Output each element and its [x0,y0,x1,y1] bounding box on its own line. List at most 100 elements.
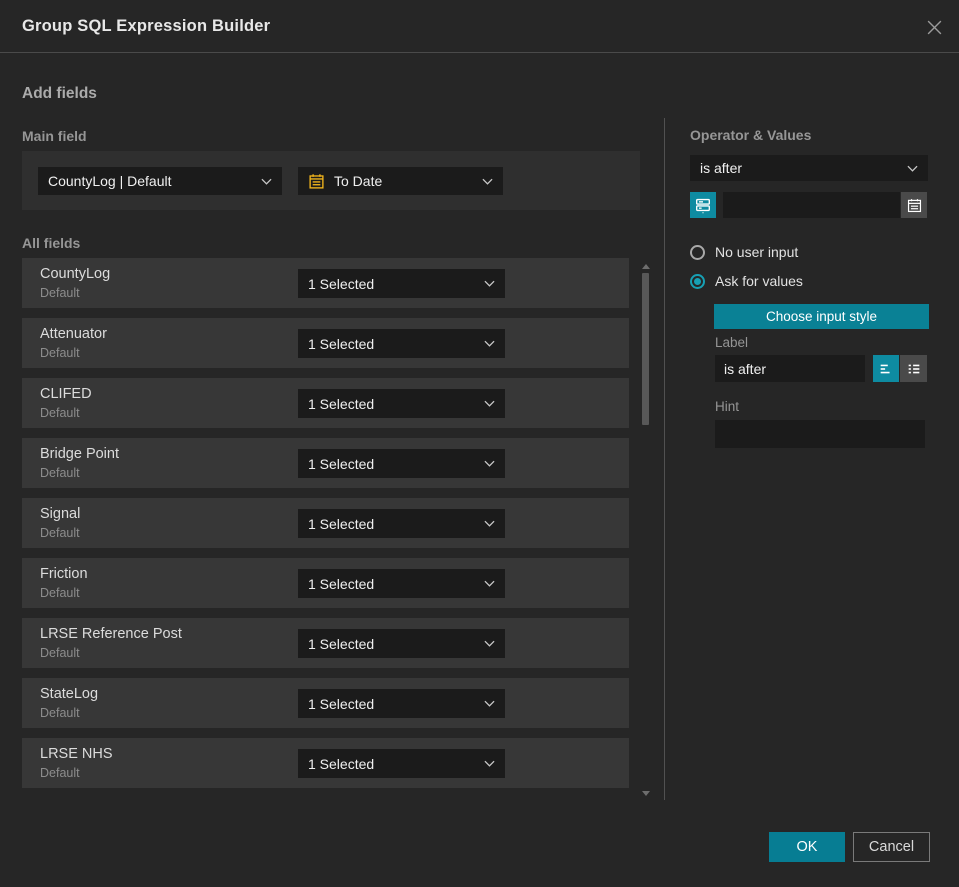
selection-value: 1 Selected [308,515,375,532]
field-row: Attenuator Default 1 Selected [22,318,629,368]
field-row: LRSE Reference Post Default 1 Selected [22,618,629,668]
field-row: StateLog Default 1 Selected [22,678,629,728]
chevron-down-icon [484,760,495,767]
calendar-date-icon [308,173,325,190]
chevron-down-icon [484,520,495,527]
main-field-label: Main field [22,128,87,144]
field-subtitle: Default [40,706,80,720]
operator-values-heading: Operator & Values [690,127,812,143]
chevron-down-icon [484,400,495,407]
close-icon [926,19,943,36]
list-scrollbar[interactable] [640,258,652,800]
field-name: CLIFED [40,386,92,402]
chevron-down-icon [484,580,495,587]
bulleted-list-icon [906,361,922,377]
align-left-lines-icon [878,361,894,377]
field-selection-dropdown[interactable]: 1 Selected [298,629,505,658]
date-picker-button[interactable] [901,192,927,218]
field-subtitle: Default [40,586,80,600]
close-button[interactable] [922,15,946,39]
selection-value: 1 Selected [308,575,375,592]
calendar-icon [906,197,923,214]
main-field-select[interactable]: CountyLog | Default [38,167,282,195]
all-fields-label: All fields [22,235,81,251]
main-field-select-value: CountyLog | Default [48,173,172,189]
field-selection-dropdown[interactable]: 1 Selected [298,569,505,598]
field-row: Friction Default 1 Selected [22,558,629,608]
choose-input-style-button[interactable]: Choose input style [714,304,929,329]
field-name: LRSE Reference Post [40,626,182,642]
field-name: LRSE NHS [40,746,113,762]
field-selection-dropdown[interactable]: 1 Selected [298,509,505,538]
date-field-select-value: To Date [334,173,383,189]
operator-select[interactable]: is after [690,155,928,181]
chevron-down-icon [484,340,495,347]
panel-divider [664,118,665,800]
field-selection-dropdown[interactable]: 1 Selected [298,689,505,718]
selection-value: 1 Selected [308,395,375,412]
label-input[interactable] [715,355,865,382]
list-input-style-button[interactable] [900,355,927,382]
radio-circle-icon [690,273,705,289]
chevron-down-icon [484,280,495,287]
chevron-down-icon [484,640,495,647]
value-input[interactable] [723,192,900,218]
field-subtitle: Default [40,766,80,780]
field-row: LRSE NHS Default 1 Selected [22,738,629,788]
selection-value: 1 Selected [308,635,375,652]
field-row: CountyLog Default 1 Selected [22,258,629,308]
cancel-button[interactable]: Cancel [853,832,930,862]
chevron-down-icon [261,178,272,185]
field-name: Signal [40,506,81,522]
chevron-down-icon [907,165,918,172]
field-subtitle: Default [40,286,80,300]
operator-select-value: is after [700,160,743,176]
chevron-down-icon [484,460,495,467]
field-subtitle: Default [40,466,80,480]
field-row: CLIFED Default 1 Selected [22,378,629,428]
field-selection-dropdown[interactable]: 1 Selected [298,269,505,298]
hint-field-label: Hint [715,399,740,414]
selection-value: 1 Selected [308,335,375,352]
chevron-down-icon [484,700,495,707]
label-field-label: Label [715,335,749,350]
all-fields-list: CountyLog Default 1 Selected Attenuator … [22,258,629,798]
unique-values-button[interactable] [690,192,716,218]
selection-value: 1 Selected [308,455,375,472]
radio-label: Ask for values [715,273,803,289]
scroll-down-arrow[interactable] [642,791,650,796]
field-name: Friction [40,566,88,582]
selection-value: 1 Selected [308,275,375,292]
field-subtitle: Default [40,406,80,420]
single-line-input-style-button[interactable] [873,355,899,382]
field-row: Bridge Point Default 1 Selected [22,438,629,488]
radio-no-user-input[interactable]: No user input [690,244,798,260]
group-sql-expression-builder-dialog: Group SQL Expression Builder Add fields … [0,0,959,887]
field-selection-dropdown[interactable]: 1 Selected [298,389,505,418]
hint-input[interactable] [715,420,925,448]
values-list-icon [694,196,712,214]
selection-value: 1 Selected [308,755,375,772]
ok-button[interactable]: OK [769,832,845,862]
field-name: CountyLog [40,266,111,282]
field-selection-dropdown[interactable]: 1 Selected [298,749,505,778]
add-fields-heading: Add fields [22,85,97,102]
field-selection-dropdown[interactable]: 1 Selected [298,449,505,478]
main-field-container: CountyLog | Default To Date [22,151,640,210]
radio-ask-for-values[interactable]: Ask for values [690,273,803,289]
chevron-down-icon [482,178,493,185]
field-name: Attenuator [40,326,107,342]
radio-circle-icon [690,244,705,260]
field-subtitle: Default [40,646,80,660]
field-selection-dropdown[interactable]: 1 Selected [298,329,505,358]
field-subtitle: Default [40,346,80,360]
selection-value: 1 Selected [308,695,375,712]
field-row: Signal Default 1 Selected [22,498,629,548]
radio-label: No user input [715,244,799,260]
dialog-title: Group SQL Expression Builder [22,16,271,35]
field-name: StateLog [40,686,99,702]
scroll-up-arrow[interactable] [642,264,650,269]
date-field-select[interactable]: To Date [298,167,503,195]
scrollbar-thumb[interactable] [642,273,649,425]
field-name: Bridge Point [40,446,119,462]
